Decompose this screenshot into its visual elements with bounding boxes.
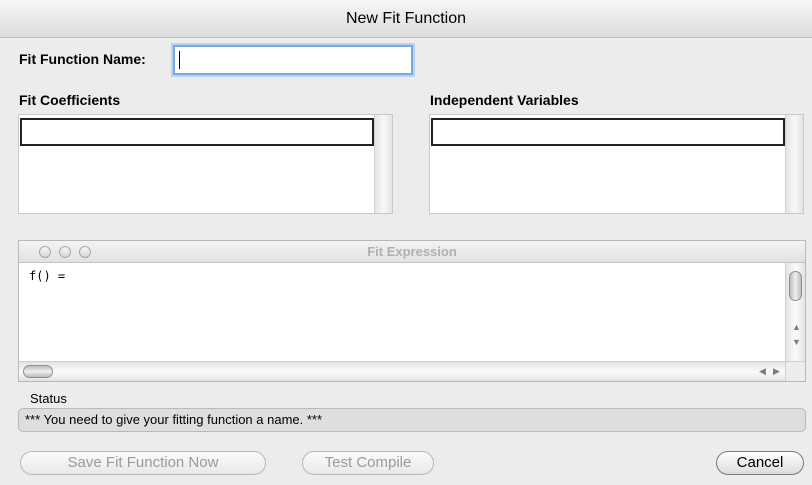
coefficient-edit-cell[interactable] — [20, 118, 374, 146]
horizontal-scroll-thumb[interactable] — [23, 365, 53, 378]
status-label: Status — [30, 391, 67, 406]
fit-expression-text[interactable]: f() = — [29, 269, 65, 283]
fit-expression-title: Fit Expression — [19, 241, 805, 263]
scroll-down-icon[interactable]: ▼ — [792, 338, 801, 347]
variables-scroll-track[interactable] — [785, 115, 803, 213]
expression-vertical-scrollbar[interactable]: ▲ ▼ — [785, 263, 805, 361]
zoom-dot-icon[interactable] — [79, 246, 91, 258]
scroll-right-icon[interactable]: ▶ — [773, 367, 780, 376]
test-compile-button[interactable]: Test Compile — [302, 451, 434, 475]
cancel-button[interactable]: Cancel — [716, 451, 804, 475]
variable-edit-cell[interactable] — [431, 118, 785, 146]
window-title: New Fit Function — [0, 0, 812, 38]
save-fit-function-button[interactable]: Save Fit Function Now — [20, 451, 266, 475]
independent-variables-list[interactable] — [429, 114, 804, 214]
text-caret — [179, 51, 180, 69]
scroll-left-icon[interactable]: ◀ — [759, 367, 766, 376]
fit-function-name-input[interactable] — [173, 45, 413, 75]
fit-coefficients-list[interactable] — [18, 114, 393, 214]
close-dot-icon[interactable] — [39, 246, 51, 258]
vertical-scroll-thumb[interactable] — [789, 271, 802, 301]
expression-horizontal-scrollbar[interactable]: ◀ ▶ — [19, 361, 787, 381]
scroll-up-icon[interactable]: ▲ — [792, 323, 801, 332]
status-message: *** You need to give your fitting functi… — [18, 408, 806, 432]
fit-expression-panel: Fit Expression f() = ▲ ▼ ◀ ▶ — [18, 240, 806, 382]
fit-function-name-label: Fit Function Name: — [19, 51, 146, 67]
fit-coefficients-label: Fit Coefficients — [19, 92, 121, 108]
coefficients-scroll-track[interactable] — [374, 115, 392, 213]
scroll-corner — [785, 361, 805, 381]
independent-variables-label: Independent Variables — [430, 92, 579, 108]
minimize-dot-icon[interactable] — [59, 246, 71, 258]
